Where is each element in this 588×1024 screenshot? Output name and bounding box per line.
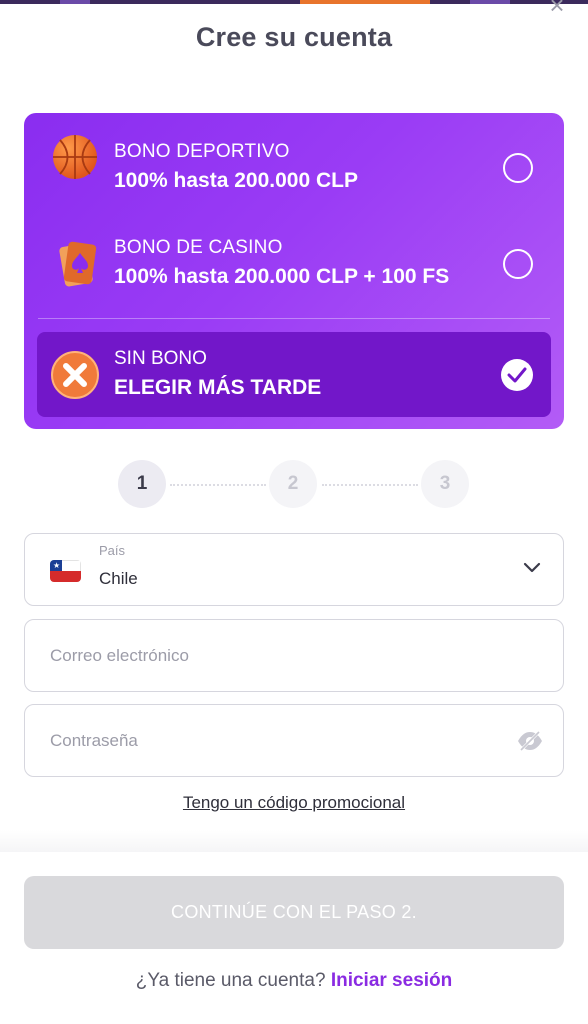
bottom-fade [0, 830, 588, 854]
no-bonus-icon [51, 351, 99, 399]
login-prompt: ¿Ya tiene una cuenta? Iniciar sesión [0, 970, 588, 992]
country-value: Chile [99, 569, 138, 588]
step-3: 3 [421, 460, 469, 508]
divider [38, 318, 550, 319]
top-strip [0, 0, 588, 4]
progress-stepper: 1 2 3 [118, 460, 470, 508]
stepper-connector [322, 484, 418, 486]
continue-button[interactable]: CONTINÚE CON EL PASO 2. [24, 876, 564, 949]
bonus-option-label: BONO DEPORTIVO [114, 141, 290, 162]
login-link[interactable]: Iniciar sesión [331, 970, 452, 991]
checkmark-icon[interactable] [501, 359, 533, 391]
step-1: 1 [118, 460, 166, 508]
email-field[interactable]: Correo electrónico [24, 619, 564, 692]
basketball-icon [53, 135, 97, 179]
bonus-option-value: ELEGIR MÁS TARDE [114, 376, 322, 399]
bonus-option-label: SIN BONO [114, 348, 207, 369]
radio-button[interactable] [503, 249, 533, 279]
step-2: 2 [269, 460, 317, 508]
bonus-option-sports[interactable]: BONO DEPORTIVO 100% hasta 200.000 CLP [24, 113, 564, 199]
chevron-down-icon[interactable] [523, 562, 541, 574]
chile-flag-icon: ★ [50, 560, 81, 582]
have-account-text: ¿Ya tiene una cuenta? [135, 970, 326, 991]
top-strip-segment [300, 0, 430, 4]
top-strip-segment [470, 0, 510, 4]
bonus-selector: BONO DEPORTIVO 100% hasta 200.000 CLP BO… [24, 113, 564, 429]
close-icon[interactable]: × [546, 0, 568, 18]
bonus-option-none[interactable]: SIN BONO ELEGIR MÁS TARDE [37, 332, 551, 417]
bonus-option-value: 100% hasta 200.000 CLP [114, 169, 358, 192]
bonus-option-label: BONO DE CASINO [114, 237, 283, 258]
bonus-option-value: 100% hasta 200.000 CLP + 100 FS [114, 265, 450, 288]
eye-off-icon[interactable] [517, 730, 543, 752]
bonus-option-casino[interactable]: BONO DE CASINO 100% hasta 200.000 CLP + … [24, 209, 564, 295]
country-label: País [99, 543, 126, 558]
password-field[interactable]: Contraseña [24, 704, 564, 777]
country-select[interactable]: ★ País Chile [24, 533, 564, 606]
email-placeholder: Correo electrónico [50, 646, 189, 665]
stepper-connector [170, 484, 266, 486]
radio-button[interactable] [503, 153, 533, 183]
top-strip-segment [60, 0, 90, 4]
playing-card-icon [59, 241, 97, 287]
promo-code-link[interactable]: Tengo un código promocional [0, 793, 588, 813]
password-placeholder: Contraseña [50, 731, 138, 750]
page-title: Cree su cuenta [195, 22, 393, 52]
